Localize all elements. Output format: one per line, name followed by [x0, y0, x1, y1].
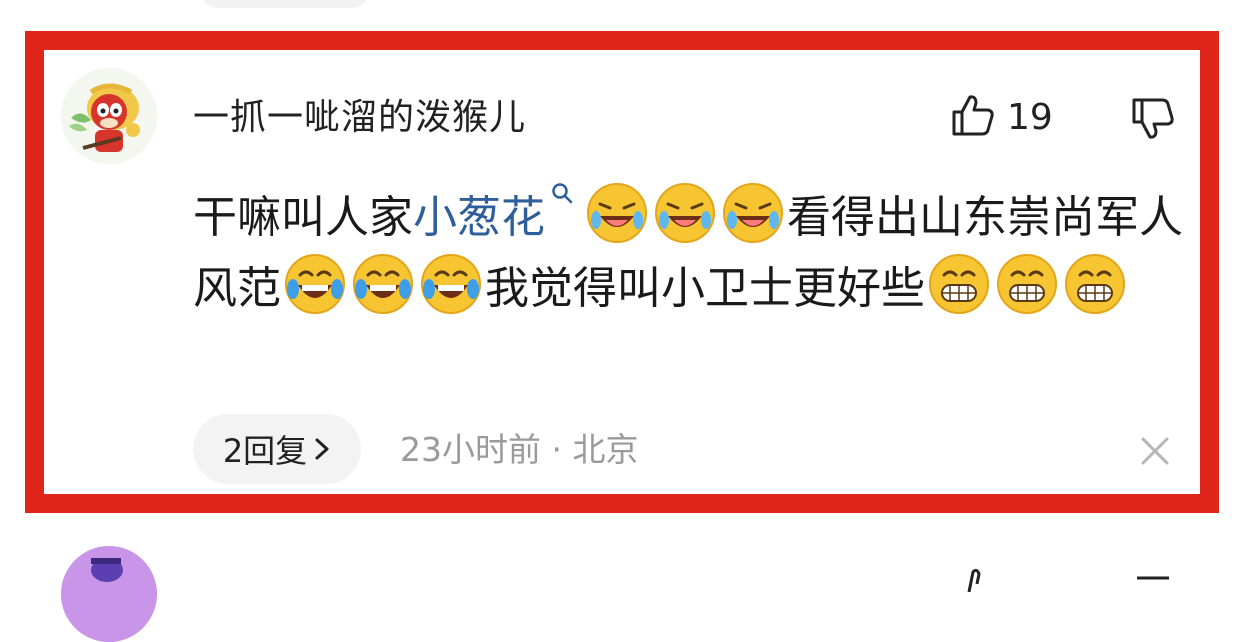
thumbs-down-icon[interactable]: [1130, 96, 1176, 142]
tears-of-joy-emoji-icon: [353, 254, 413, 314]
close-icon[interactable]: [1140, 436, 1170, 466]
username[interactable]: 一抓一呲溜的泼猴儿: [193, 96, 526, 140]
grinning-emoji-icon: [997, 254, 1057, 314]
rolling-laugh-emoji-icon: [655, 183, 715, 243]
next-thumbs-down-icon[interactable]: [1133, 570, 1173, 590]
thumbs-up-icon[interactable]: [950, 92, 996, 138]
monkey-king-avatar-icon: [61, 68, 157, 164]
comment-text: 干嘛叫人家小葱花 看得出山东崇尚军人风范 我觉得叫小卫士更好些: [193, 182, 1193, 324]
replies-label: 2回复: [222, 432, 308, 470]
tears-of-joy-emoji-icon: [285, 254, 345, 314]
next-avatar-icon: [61, 546, 157, 642]
like-count: 19: [1007, 97, 1053, 138]
chevron-right-icon: [315, 438, 329, 460]
next-comment-avatar[interactable]: [61, 546, 157, 642]
search-link[interactable]: 小葱花: [413, 192, 545, 243]
rolling-laugh-emoji-icon: [587, 183, 647, 243]
rolling-laugh-emoji-icon: [723, 183, 783, 243]
replies-button[interactable]: 2回复: [193, 414, 361, 484]
comment-text-part1: 干嘛叫人家: [193, 192, 413, 243]
grinning-emoji-icon: [929, 254, 989, 314]
grinning-emoji-icon: [1065, 254, 1125, 314]
next-thumbs-up-icon[interactable]: [955, 562, 995, 592]
previous-reply-pill[interactable]: [200, 0, 370, 8]
search-icon[interactable]: [551, 182, 573, 210]
tears-of-joy-emoji-icon: [421, 254, 481, 314]
avatar[interactable]: [61, 68, 157, 164]
comment-meta: 23小时前 · 北京: [400, 430, 639, 469]
comment-text-part3: 我觉得叫小卫士更好些: [485, 263, 925, 314]
